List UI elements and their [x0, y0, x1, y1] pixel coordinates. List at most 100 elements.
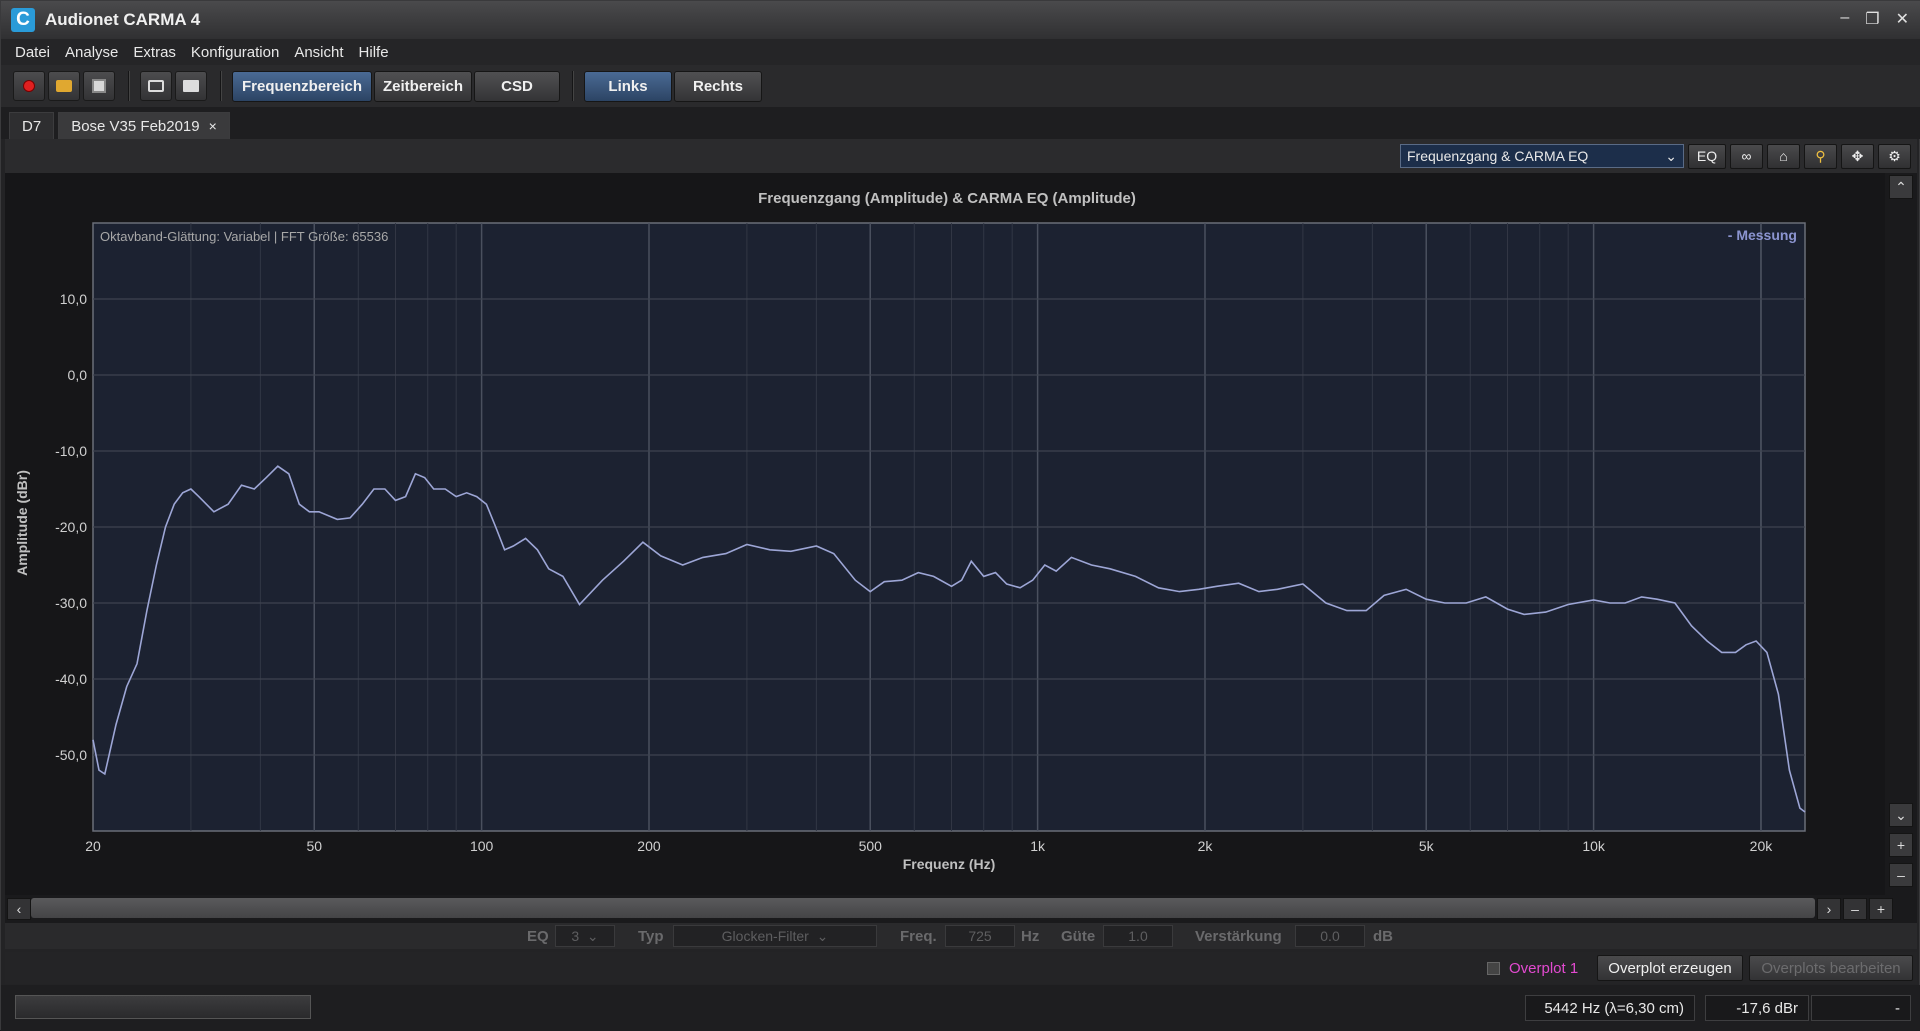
y-tick-label: 0,0 — [68, 367, 88, 383]
x-tick-label: 50 — [306, 838, 322, 854]
menu-extras[interactable]: Extras — [133, 44, 176, 61]
type-label: Typ — [638, 928, 664, 945]
x-tick-label: 2k — [1198, 838, 1214, 854]
overplot-label: Overplot 1 — [1509, 960, 1579, 977]
eq-parameters: EQ 3 ⌄ Typ Glocken-Filter ⌄ Freq. 725 Hz… — [5, 923, 1917, 949]
y-tick-label: -50,0 — [55, 747, 87, 763]
chart-title: Frequenzgang (Amplitude) & CARMA EQ (Amp… — [758, 190, 1136, 207]
create-overplot-button[interactable]: Overplot erzeugen — [1597, 955, 1743, 981]
x-tick-label: 20k — [1750, 838, 1774, 854]
q-label: Güte — [1061, 928, 1096, 945]
x-axis-ticks: 20 50 100 200 500 1k 2k 5k 10k 20k — [85, 838, 1773, 854]
toolbar-separator — [220, 71, 222, 101]
cursor-frequency: 5442 Hz (λ=6,30 cm) — [1525, 995, 1695, 1021]
cursor-level: -17,6 dBr — [1705, 995, 1809, 1021]
restore-icon[interactable]: ❐ — [1865, 9, 1879, 29]
save-icon[interactable] — [83, 71, 115, 101]
x-tick-label: 1k — [1030, 838, 1046, 854]
view-select-value: Frequenzgang & CARMA EQ — [1407, 148, 1589, 164]
tab-bose-v35[interactable]: Bose V35 Feb2019 × — [58, 112, 230, 139]
x-tick-label: 5k — [1419, 838, 1435, 854]
legend-measurement[interactable]: - Messung — [1728, 227, 1797, 243]
zoom-out-x-icon[interactable]: – — [1843, 898, 1867, 920]
eq-number-select[interactable]: 3 ⌄ — [555, 925, 615, 947]
app-window: C Audionet CARMA 4 – ❐ ✕ Datei Analyse E… — [0, 0, 1920, 1031]
scroll-up-icon[interactable]: ⌃ — [1889, 175, 1913, 199]
pan-icon[interactable]: ✥ — [1841, 143, 1874, 169]
main-toolbar: Frequenzbereich Zeitbereich CSD Links Re… — [1, 65, 1920, 107]
vertical-scrollbar[interactable]: ⌃ ⌄ + – — [1885, 173, 1917, 895]
scroll-right-icon[interactable]: › — [1817, 898, 1841, 920]
y-tick-label: 10,0 — [60, 291, 87, 307]
gear-icon[interactable]: ⚙ — [1878, 143, 1911, 169]
y-tick-label: -20,0 — [55, 519, 87, 535]
x-tick-label: 500 — [859, 838, 883, 854]
minimize-icon[interactable]: – — [1840, 9, 1849, 29]
x-axis-label: Frequenz (Hz) — [903, 856, 996, 872]
x-tick-label: 200 — [637, 838, 661, 854]
menu-hilfe[interactable]: Hilfe — [359, 44, 389, 61]
toolbar-separator — [572, 71, 574, 101]
screenshot-icon[interactable] — [140, 71, 172, 101]
freq-input[interactable]: 725 — [945, 925, 1015, 947]
horizontal-scrollbar[interactable]: ‹ › – + — [5, 895, 1917, 923]
window-title: Audionet CARMA 4 — [45, 10, 201, 29]
menu-datei[interactable]: Datei — [15, 44, 50, 61]
y-tick-label: -30,0 — [55, 595, 87, 611]
gain-input[interactable]: 0.0 — [1295, 925, 1365, 947]
overplot-checkbox[interactable] — [1487, 962, 1500, 975]
csd-button[interactable]: CSD — [474, 70, 560, 102]
zoom-out-y-icon[interactable]: – — [1889, 863, 1913, 887]
print-icon[interactable] — [175, 71, 207, 101]
eq-button[interactable]: EQ — [1688, 143, 1726, 169]
zoom-in-y-icon[interactable]: + — [1889, 833, 1913, 857]
eq-label: EQ — [527, 928, 549, 945]
toolbar-separator — [128, 71, 130, 101]
tab-d7[interactable]: D7 — [9, 112, 55, 139]
chevron-down-icon: ⌄ — [1665, 147, 1677, 164]
progress-bar — [15, 995, 311, 1019]
window-controls: – ❐ ✕ — [1840, 9, 1909, 29]
menu-analyse[interactable]: Analyse — [65, 44, 118, 61]
y-axis-ticks: 10,0 0,0 -10,0 -20,0 -30,0 -40,0 -50,0 — [55, 291, 87, 763]
menu-bar: Datei Analyse Extras Konfiguration Ansic… — [1, 39, 1920, 65]
scroll-left-icon[interactable]: ‹ — [7, 898, 31, 920]
chart-toolbar: Frequenzgang & CARMA EQ ⌄ EQ ∞ ⌂ ⚲ ✥ ⚙ — [5, 139, 1917, 173]
freq-unit: Hz — [1021, 928, 1040, 945]
frequency-response-chart[interactable]: Frequenzgang (Amplitude) & CARMA EQ (Amp… — [5, 173, 1885, 895]
menu-konfiguration[interactable]: Konfiguration — [191, 44, 279, 61]
scrollbar-thumb[interactable] — [31, 898, 1815, 918]
close-icon[interactable]: ✕ — [1896, 9, 1909, 29]
q-input[interactable]: 1.0 — [1103, 925, 1173, 947]
left-channel-button[interactable]: Links — [584, 70, 672, 102]
status-bar: 5442 Hz (λ=6,30 cm) -17,6 dBr - — [1, 985, 1920, 1031]
gain-unit: dB — [1373, 928, 1393, 945]
right-channel-button[interactable]: Rechts — [674, 70, 762, 102]
edit-overplots-button[interactable]: Overplots bearbeiten — [1749, 955, 1913, 981]
overplot-bar: Overplot 1 Overplot erzeugen Overplots b… — [5, 952, 1917, 984]
tab-close-icon[interactable]: × — [209, 118, 217, 134]
chart-area[interactable]: Frequenzgang (Amplitude) & CARMA EQ (Amp… — [5, 173, 1885, 895]
x-tick-label: 100 — [470, 838, 494, 854]
document-tabs: D7 Bose V35 Feb2019 × — [1, 107, 1920, 139]
tab-label: Bose V35 Feb2019 — [71, 117, 200, 135]
y-axis-label: Amplitude (dBr) — [14, 470, 30, 576]
scroll-down-icon[interactable]: ⌄ — [1889, 803, 1913, 827]
time-domain-button[interactable]: Zeitbereich — [374, 70, 472, 102]
zoom-icon[interactable]: ⚲ — [1804, 143, 1837, 169]
x-tick-label: 20 — [85, 838, 101, 854]
status-extra: - — [1811, 995, 1911, 1021]
home-icon[interactable]: ⌂ — [1767, 143, 1800, 169]
record-icon[interactable] — [13, 71, 45, 101]
title-bar: C Audionet CARMA 4 – ❐ ✕ — [1, 1, 1920, 39]
filter-type-select[interactable]: Glocken-Filter ⌄ — [673, 925, 877, 947]
app-logo-icon: C — [11, 8, 35, 32]
view-select[interactable]: Frequenzgang & CARMA EQ ⌄ — [1400, 144, 1684, 168]
gain-label: Verstärkung — [1195, 928, 1282, 945]
link-icon[interactable]: ∞ — [1730, 143, 1763, 169]
zoom-in-x-icon[interactable]: + — [1869, 898, 1893, 920]
menu-ansicht[interactable]: Ansicht — [294, 44, 343, 61]
chart-subtitle: Oktavband-Glättung: Variabel | FFT Größe… — [100, 229, 388, 244]
frequency-domain-button[interactable]: Frequenzbereich — [232, 70, 372, 102]
open-folder-icon[interactable] — [48, 71, 80, 101]
